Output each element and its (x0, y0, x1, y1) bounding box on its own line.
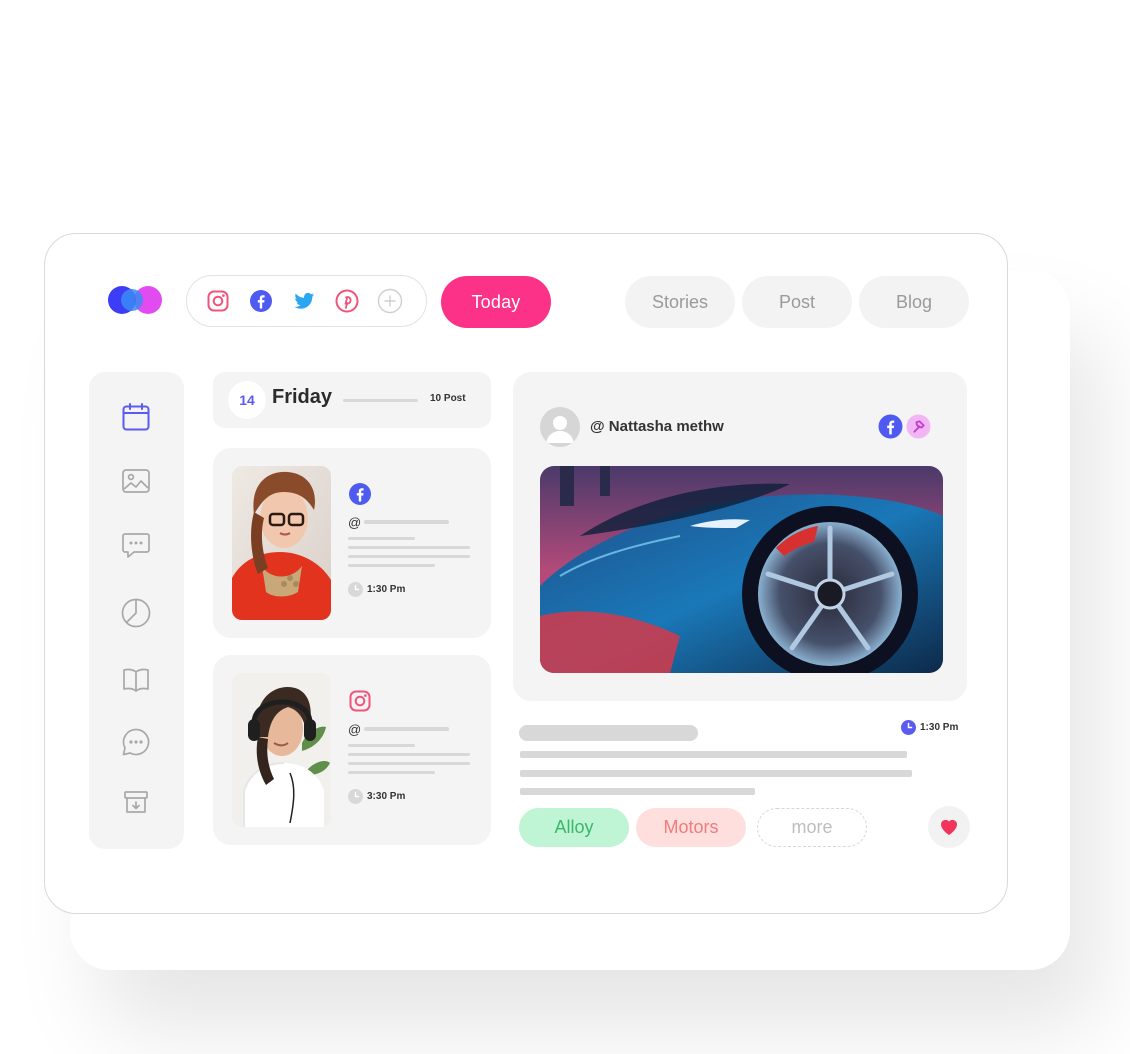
text-placeholder (348, 564, 435, 567)
add-icon[interactable] (377, 288, 403, 314)
facebook-icon (878, 414, 903, 444)
scheduled-post-card[interactable]: @ 3:30 Pm (213, 655, 491, 845)
instagram-icon (348, 689, 372, 713)
handle-placeholder (364, 520, 449, 524)
text-placeholder (348, 744, 415, 747)
message-icon[interactable] (120, 726, 152, 758)
avatar[interactable] (540, 407, 580, 447)
post-time: 3:30 Pm (348, 789, 405, 804)
handle-prefix: @ (348, 722, 362, 737)
text-placeholder (520, 770, 912, 777)
time-label: 1:30 Pm (920, 722, 959, 733)
pin-icon (906, 414, 931, 444)
archive-icon[interactable] (120, 786, 152, 818)
text-placeholder (520, 788, 755, 795)
text-placeholder (348, 537, 415, 540)
time-label: 1:30 Pm (367, 584, 406, 595)
author-name[interactable]: @ Nattasha methw (590, 418, 724, 435)
clock-icon (348, 789, 363, 804)
post-thumbnail (232, 466, 331, 620)
date-header: 14 Friday 10 Post (213, 372, 491, 428)
heart-icon (940, 819, 958, 835)
calendar-icon[interactable] (120, 401, 152, 433)
app-logo (108, 286, 164, 314)
text-placeholder (348, 762, 470, 765)
title-placeholder (519, 725, 698, 741)
post-image[interactable] (540, 466, 943, 673)
text-placeholder (348, 546, 470, 549)
chat-icon[interactable] (120, 529, 152, 561)
text-placeholder (348, 771, 435, 774)
instagram-icon[interactable] (205, 288, 231, 314)
tab-blog[interactable]: Blog (859, 276, 969, 328)
post-count: 10 Post (430, 393, 466, 404)
tag-alloy[interactable]: Alloy (519, 808, 629, 847)
post-time: 1:30 Pm (348, 582, 405, 597)
text-placeholder (348, 555, 470, 558)
text-placeholder (348, 753, 470, 756)
preview-time: 1:30 Pm (901, 720, 958, 735)
facebook-icon (348, 482, 372, 506)
clock-icon (348, 582, 363, 597)
time-label: 3:30 Pm (367, 791, 406, 802)
date-number[interactable]: 14 (228, 381, 266, 419)
pie-chart-icon[interactable] (120, 597, 152, 629)
tab-stories[interactable]: Stories (625, 276, 735, 328)
clock-icon (901, 720, 916, 735)
twitter-icon[interactable] (291, 288, 317, 314)
tag-motors[interactable]: Motors (636, 808, 746, 847)
like-button[interactable] (928, 806, 970, 848)
pinterest-icon[interactable] (334, 288, 360, 314)
tab-post[interactable]: Post (742, 276, 852, 328)
post-thumbnail (232, 673, 331, 827)
today-button[interactable]: Today (441, 276, 551, 328)
sidebar (89, 372, 184, 849)
post-preview: @ Nattasha methw (513, 372, 967, 701)
image-icon[interactable] (120, 465, 152, 497)
divider (343, 399, 418, 402)
text-placeholder (520, 751, 907, 758)
handle-placeholder (364, 727, 449, 731)
facebook-icon[interactable] (248, 288, 274, 314)
date-day: Friday (272, 386, 333, 408)
tag-more-button[interactable]: more (757, 808, 867, 847)
scheduled-post-card[interactable]: @ 1:30 Pm (213, 448, 491, 638)
book-icon[interactable] (120, 664, 152, 696)
social-network-selector (186, 275, 427, 327)
handle-prefix: @ (348, 515, 362, 530)
